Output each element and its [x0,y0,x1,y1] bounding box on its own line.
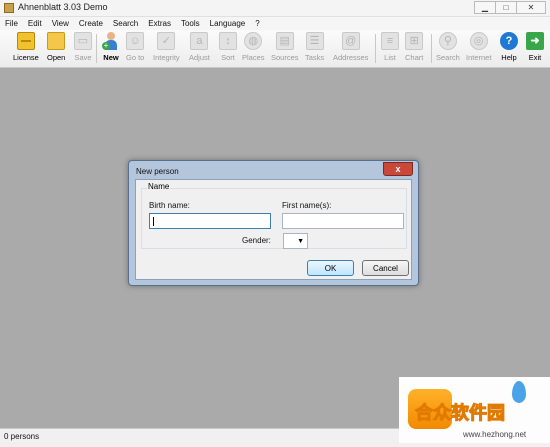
chevron-down-icon: ▼ [297,237,304,245]
goto-button[interactable]: ☺ Go to [126,32,144,65]
goto-person-icon: ☺ [126,32,145,50]
dialog-close-button[interactable]: x [383,162,413,176]
birth-name-input[interactable] [149,213,271,229]
gender-select[interactable]: ▼ [283,233,308,249]
search-icon: ⚲ [438,32,457,50]
first-names-input[interactable] [282,213,404,229]
tasks-button[interactable]: ☰ Tasks [305,32,324,65]
save-icon: ▭ [74,32,92,50]
title-bar: Ahnenblatt 3.03 Demo ▁ □ ✕ [0,0,550,17]
menu-help[interactable]: ? [250,17,264,30]
toolbar-separator [96,34,97,63]
minimize-button[interactable]: ▁ [474,1,496,14]
globe-icon: ◍ [244,32,263,50]
new-person-dialog: New person x Name Birth name: First name… [128,160,419,286]
window-title: Ahnenblatt 3.03 Demo [18,2,108,12]
help-icon: ? [500,32,518,50]
places-button[interactable]: ◍ Places [242,32,265,65]
person-count: 0 persons [4,432,40,441]
close-button[interactable]: ✕ [516,1,546,14]
adjust-icon: a [190,32,209,50]
sources-button[interactable]: ▤ Sources [271,32,299,65]
menu-language[interactable]: Language [205,17,251,30]
sort-button[interactable]: ↕ Sort [219,32,237,65]
internet-icon: ◎ [469,32,488,50]
adjust-button[interactable]: a Adjust [189,32,210,65]
menu-bar: File Edit View Create Search Extras Tool… [0,17,550,30]
menu-file[interactable]: File [0,17,23,30]
menu-extras[interactable]: Extras [143,17,176,30]
gender-label: Gender: [242,236,271,245]
menu-edit[interactable]: Edit [23,17,47,30]
window-controls: ▁ □ ✕ [474,1,546,14]
birth-name-label: Birth name: [149,201,190,210]
open-button[interactable]: Open [47,32,65,65]
addresses-icon: @ [341,32,360,50]
list-icon: ≡ [381,32,399,50]
search-button[interactable]: ⚲ Search [436,32,460,65]
chart-icon: ⊞ [405,32,424,50]
first-names-label: First name(s): [282,201,332,210]
menu-create[interactable]: Create [74,17,108,30]
toolbar-separator [431,34,432,63]
tasks-icon: ☰ [305,32,324,50]
dialog-title: New person [136,167,179,176]
watermark-drop-icon [512,381,526,403]
new-person-icon: + [102,32,120,50]
exit-icon: ➜ [526,32,544,50]
dialog-body: Name Birth name: First name(s): Gender: … [135,179,412,280]
app-icon [4,3,14,13]
maximize-button[interactable]: □ [495,1,517,14]
help-button[interactable]: ? Help [500,32,518,65]
chart-button[interactable]: ⊞ Chart [405,32,423,65]
integrity-button[interactable]: ✓ Integrity [153,32,180,65]
integrity-icon: ✓ [157,32,176,50]
toolbar: License Open ▭ Save + New ☺ Go to ✓ Inte… [0,30,550,68]
save-toolbar-button[interactable]: ▭ Save [74,32,92,65]
sources-icon: ▤ [275,32,294,50]
menu-view[interactable]: View [47,17,74,30]
new-person-button[interactable]: + New [102,32,120,65]
watermark-url: www.hezhong.net [463,430,527,439]
exit-button[interactable]: ➜ Exit [526,32,544,65]
license-icon [16,32,35,50]
text-caret [153,217,154,226]
menu-search[interactable]: Search [108,17,143,30]
sort-icon: ↕ [219,32,237,50]
watermark-text: 合众软件园 [415,403,506,424]
folder-icon [47,32,66,50]
ok-button[interactable]: OK [307,260,354,276]
list-button[interactable]: ≡ List [381,32,399,65]
internet-button[interactable]: ◎ Internet [466,32,491,65]
toolbar-separator [375,34,376,63]
watermark: 合众软件园 www.hezhong.net [399,377,550,443]
name-group-label: Name [147,182,171,191]
menu-tools[interactable]: Tools [176,17,205,30]
license-button[interactable]: License [13,32,39,65]
addresses-button[interactable]: @ Addresses [333,32,368,65]
cancel-button[interactable]: Cancel [362,260,409,276]
